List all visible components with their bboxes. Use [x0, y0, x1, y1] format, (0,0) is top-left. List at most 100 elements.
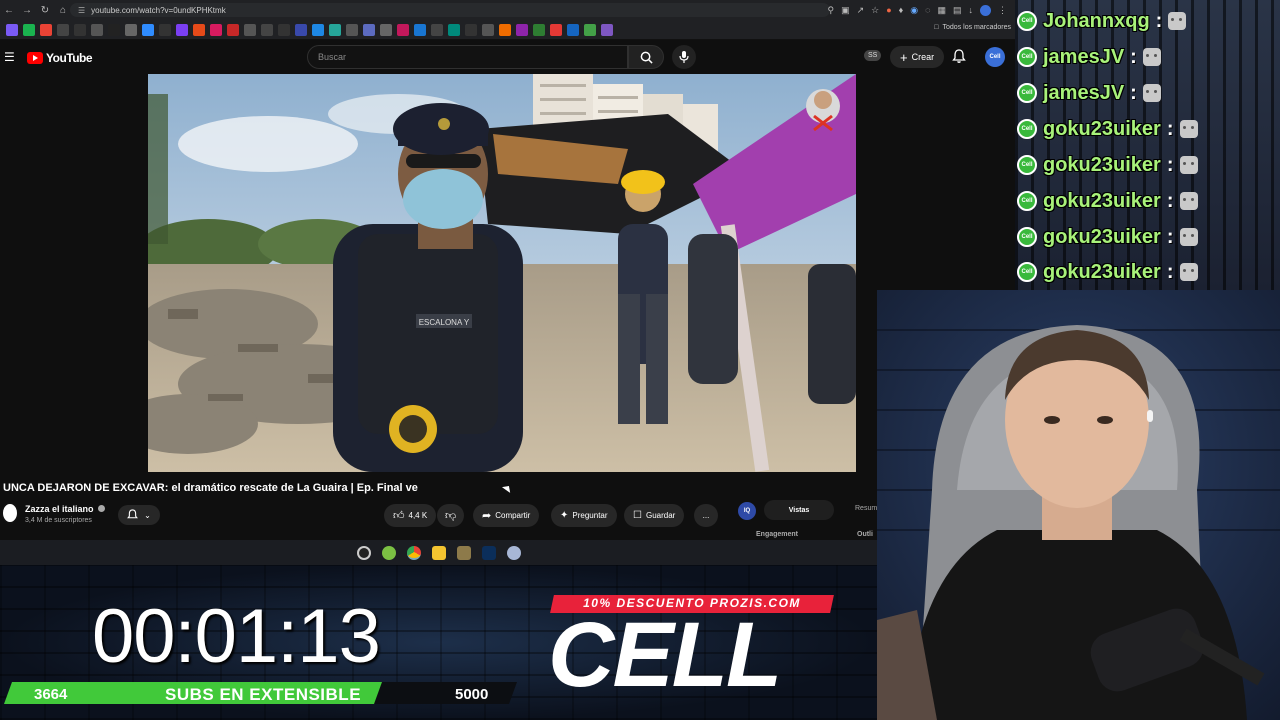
zoom-icon[interactable]: ⚲	[827, 5, 834, 16]
back-icon[interactable]: ←	[0, 0, 18, 20]
reading-list-icon[interactable]: ▤	[953, 5, 962, 16]
bookmark-icon[interactable]	[550, 23, 562, 36]
channel-avatar[interactable]	[1, 502, 19, 524]
bookmark-icon[interactable]	[57, 23, 69, 36]
chat-username[interactable]: goku23uiker	[1043, 226, 1161, 249]
bookmark-icon[interactable]	[533, 23, 545, 36]
chat-message: Cell jamesJV:	[1017, 76, 1161, 110]
photoshop-icon[interactable]	[481, 545, 496, 560]
subscriber-count: 3,4 M de suscriptores	[25, 517, 92, 524]
extension-icon[interactable]: ♦	[899, 5, 904, 15]
bookmark-icon[interactable]	[193, 23, 205, 36]
bookmark-icon[interactable]	[278, 23, 290, 36]
bookmark-icon[interactable]	[431, 23, 443, 36]
voice-search-button[interactable]	[672, 45, 696, 69]
bookmark-icon[interactable]	[567, 23, 579, 36]
bookmark-icon[interactable]	[516, 23, 528, 36]
video-player[interactable]: ESCALONA Y	[148, 74, 856, 472]
bookmark-icon[interactable]	[227, 23, 239, 36]
bookmark-icon[interactable]	[584, 23, 596, 36]
bookmark-icon[interactable]	[23, 23, 35, 36]
bookmark-icon[interactable]	[261, 23, 273, 36]
bookmark-icon[interactable]	[414, 23, 426, 36]
bookmark-icon[interactable]	[74, 23, 86, 36]
bookmark-icon[interactable]	[346, 23, 358, 36]
chat-username[interactable]: goku23uiker	[1043, 154, 1161, 177]
bookmark-icon[interactable]	[465, 23, 477, 36]
channel-name[interactable]: Zazza el italiano	[25, 504, 106, 514]
ask-button[interactable]: ✦ Preguntar	[551, 504, 617, 527]
subscription-bell-button[interactable]: ⌄	[118, 505, 160, 525]
cat-emote-icon	[1168, 12, 1187, 30]
chat-message: Cell goku23uiker:	[1017, 112, 1198, 146]
app-icon[interactable]	[381, 545, 396, 560]
bookmark-icon[interactable]	[142, 23, 154, 36]
extension-icon[interactable]: ●	[886, 5, 891, 15]
extension-icon[interactable]: ◉	[910, 5, 918, 16]
bookmark-icon[interactable]	[6, 23, 18, 36]
chat-username[interactable]: jamesJV	[1043, 46, 1124, 69]
chat-username[interactable]: Johannxqg	[1043, 10, 1150, 33]
bookmark-icon[interactable]	[397, 23, 409, 36]
bookmark-icon[interactable]	[363, 23, 375, 36]
app-icon[interactable]	[456, 545, 471, 560]
forward-icon[interactable]: →	[18, 0, 36, 20]
bookmark-icon[interactable]	[295, 23, 307, 36]
extensions-puzzle-icon[interactable]: ▦	[937, 5, 946, 16]
bookmark-icon[interactable]	[482, 23, 494, 36]
extension-badge[interactable]: SS	[864, 50, 882, 61]
folder-icon[interactable]	[431, 545, 446, 560]
more-actions-button[interactable]: ...	[694, 504, 718, 527]
bookmark-star-icon[interactable]: ☆	[871, 5, 879, 16]
video-frame: ESCALONA Y	[148, 74, 856, 472]
bookmark-icon[interactable]	[176, 23, 188, 36]
bookmark-icon[interactable]	[159, 23, 171, 36]
create-button[interactable]: + Crear	[890, 46, 945, 68]
chat-username[interactable]: goku23uiker	[1043, 190, 1161, 213]
bookmark-icon[interactable]	[40, 23, 52, 36]
address-bar[interactable]: ☰ youtube.com/watch?v=0undKPHKtmk	[70, 3, 830, 17]
site-info-icon[interactable]: ☰	[78, 6, 85, 15]
chat-username[interactable]: goku23uiker	[1043, 118, 1161, 141]
extension-side-panel: IQ Vistas Resum Engagement Outli	[736, 495, 877, 540]
hamburger-menu-icon[interactable]: ☰	[4, 50, 15, 64]
account-avatar[interactable]: Cell	[985, 47, 1005, 67]
like-button[interactable]: 👍︎ 4,4 K	[384, 504, 437, 527]
downloads-icon[interactable]: ↓	[969, 5, 974, 15]
extension-icon[interactable]: ◌	[925, 5, 930, 15]
bookmark-icon[interactable]	[380, 23, 392, 36]
chat-overlay: Cell Johannxqg: Cell jamesJV: Cell jamesJV: Ce…	[1015, 0, 1280, 290]
dislike-button[interactable]: 👎︎	[437, 504, 465, 527]
share-button[interactable]: ➦ Compartir	[473, 504, 540, 527]
chat-username[interactable]: jamesJV	[1043, 82, 1124, 105]
profile-icon[interactable]	[980, 4, 991, 16]
bookmark-icon[interactable]	[329, 23, 341, 36]
bookmark-icon[interactable]	[108, 23, 120, 36]
bookmark-icon[interactable]	[125, 23, 137, 36]
obs-icon[interactable]	[356, 545, 371, 560]
bookmark-icon[interactable]	[601, 23, 613, 36]
tab-vistas[interactable]: Vistas	[764, 500, 834, 520]
bookmark-icon[interactable]	[448, 23, 460, 36]
app-icon[interactable]	[506, 545, 521, 560]
youtube-logo[interactable]: YouTube	[27, 51, 93, 65]
notifications-button[interactable]	[952, 49, 966, 69]
bookmark-icon[interactable]	[312, 23, 324, 36]
bookmark-icon[interactable]	[210, 23, 222, 36]
tab-resumen[interactable]: Resum	[855, 505, 877, 512]
search-input[interactable]: Buscar	[307, 45, 628, 69]
save-button[interactable]: ☐ Guardar	[624, 504, 685, 527]
chrome-icon[interactable]	[406, 545, 421, 560]
bookmark-icon[interactable]	[244, 23, 256, 36]
search-button[interactable]	[628, 45, 664, 69]
menu-kebab-icon[interactable]: ⋮	[998, 5, 1007, 16]
share-page-icon[interactable]: ↗	[857, 5, 865, 16]
all-bookmarks-folder[interactable]: □ Todos los marcadores	[934, 24, 1011, 31]
streamer-badge-icon: Cell	[1017, 11, 1037, 31]
bell-icon	[127, 509, 139, 519]
bookmark-icon[interactable]	[91, 23, 103, 36]
reload-icon[interactable]: ↻	[36, 0, 54, 20]
bookmark-icon[interactable]	[499, 23, 511, 36]
chat-username[interactable]: goku23uiker	[1043, 261, 1161, 284]
install-icon[interactable]: ▣	[841, 5, 850, 16]
